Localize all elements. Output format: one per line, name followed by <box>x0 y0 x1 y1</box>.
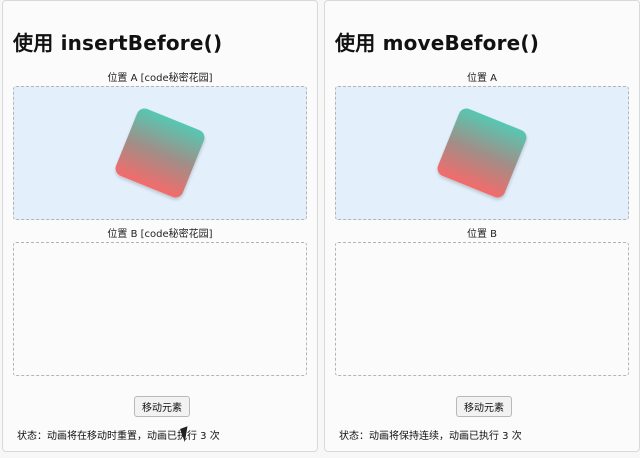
position-a-label: 位置 A <box>466 73 498 84</box>
movebefore-demo-panel: 使用 moveBefore() 位置 A 位置 B 移动元素 状态：动画将保持连… <box>324 0 640 452</box>
panel-title: 使用 insertBefore() <box>13 31 223 55</box>
move-element-button[interactable]: 移动元素 <box>456 396 512 417</box>
insertbefore-demo-panel: 使用 insertBefore() 位置 A [code秘密花园] 位置 B [… <box>2 0 318 452</box>
position-b-label: 位置 B <box>466 229 498 240</box>
status-text: 状态：动画将保持连续，动画已执行 3 次 <box>339 431 522 442</box>
position-a-container <box>335 86 629 220</box>
position-a-container <box>13 86 307 220</box>
animated-box <box>113 106 207 200</box>
position-a-label: 位置 A [code秘密花园] <box>107 73 213 84</box>
position-b-label: 位置 B [code秘密花园] <box>107 229 213 240</box>
panel-title: 使用 moveBefore() <box>335 31 540 55</box>
position-b-container <box>335 242 629 376</box>
animated-box <box>435 106 529 200</box>
position-b-container <box>13 242 307 376</box>
move-element-button[interactable]: 移动元素 <box>134 396 190 417</box>
